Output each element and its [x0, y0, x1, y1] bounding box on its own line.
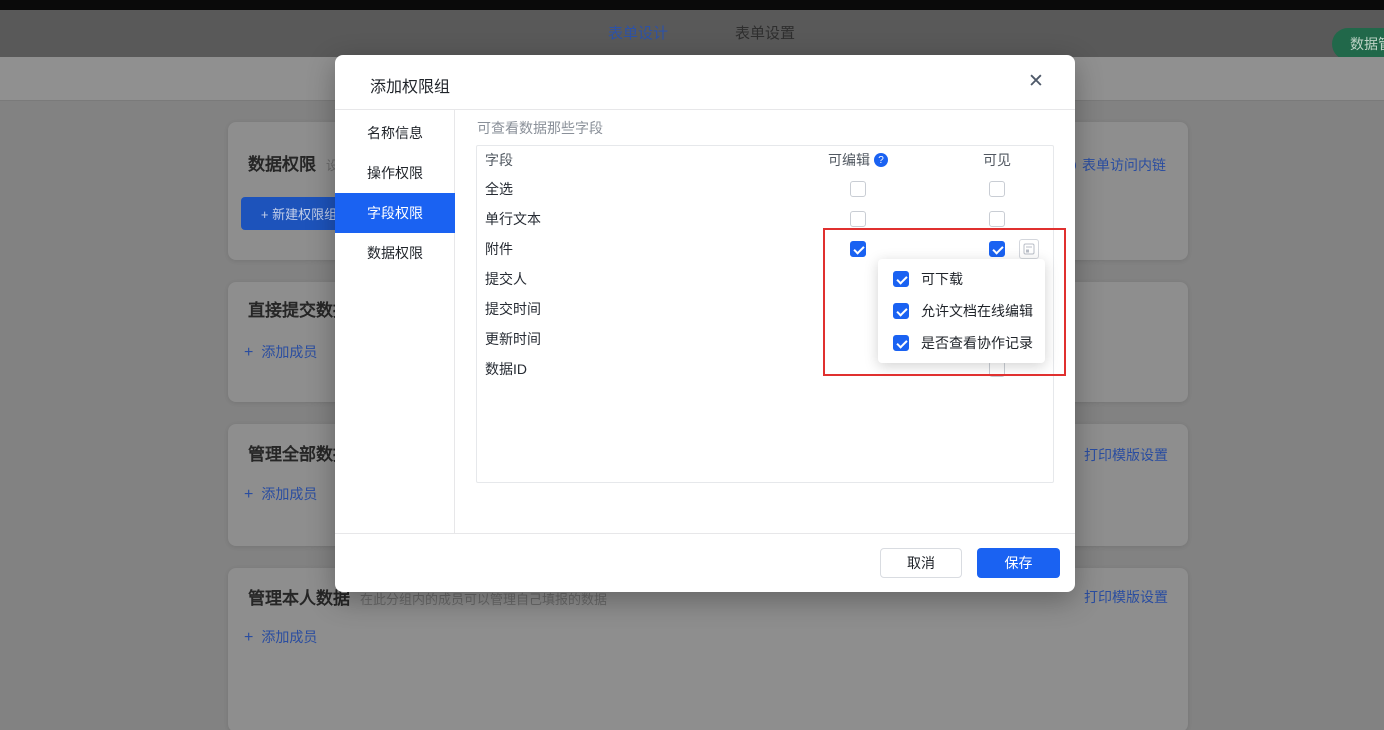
add-member-label: 添加成员	[261, 629, 317, 645]
attachment-settings-icon[interactable]	[1019, 239, 1039, 259]
top-black-strip	[0, 0, 1384, 10]
editable-checkbox[interactable]	[850, 241, 866, 257]
field-name: 更新时间	[485, 329, 541, 349]
cancel-button[interactable]: 取消	[880, 548, 962, 578]
attachment-options-popup: 可下载允许文档在线编辑是否查看协作记录	[878, 259, 1045, 363]
visible-checkbox[interactable]	[989, 241, 1005, 257]
form-access-link-label: 表单访问内链	[1082, 157, 1166, 173]
popup-option: 是否查看协作记录	[878, 327, 1045, 359]
column-visible: 可见	[983, 150, 1011, 170]
visible-checkbox[interactable]	[989, 181, 1005, 197]
tab-form-design[interactable]: 表单设计	[608, 10, 668, 57]
plus-icon: +	[244, 629, 253, 646]
dialog-tab-字段权限[interactable]: 字段权限	[335, 193, 455, 233]
visible-checkbox[interactable]	[989, 361, 1005, 377]
plus-icon: +	[244, 344, 253, 361]
visible-checkbox[interactable]	[989, 211, 1005, 227]
column-editable: 可编辑 ?	[828, 150, 888, 170]
add-member-label: 添加成员	[261, 486, 317, 502]
field-name: 单行文本	[485, 209, 541, 229]
dialog-tab-数据权限[interactable]: 数据权限	[335, 233, 455, 273]
table-header-row: 字段 可编辑 ? 可见	[477, 146, 1053, 174]
table-row: 全选	[477, 174, 1053, 204]
popup-option-checkbox[interactable]	[893, 335, 909, 351]
dialog-tab-操作权限[interactable]: 操作权限	[335, 153, 455, 193]
data-manage-button[interactable]: 数据管理	[1332, 28, 1384, 60]
field-name: 全选	[485, 179, 513, 199]
field-name: 提交人	[485, 269, 527, 289]
plus-icon: +	[244, 486, 253, 503]
popup-option-checkbox[interactable]	[893, 271, 909, 287]
section-title-text: 数据权限	[248, 155, 316, 174]
add-member-link[interactable]: + 添加成员	[244, 342, 317, 363]
dialog-header: 添加权限组 ✕	[335, 55, 1075, 110]
section-manage-own: 管理本人数据在此分组内的成员可以管理自己填报的数据 + 添加成员 打印模版设置	[228, 568, 1188, 730]
save-button[interactable]: 保存	[977, 548, 1060, 578]
print-template-link[interactable]: 打印模版设置	[1084, 445, 1168, 465]
dialog-sidebar: 名称信息操作权限字段权限数据权限	[335, 110, 455, 533]
top-navbar: 表单设计 表单设置 数据管理	[0, 10, 1384, 57]
popup-option-label: 是否查看协作记录	[921, 333, 1033, 353]
column-editable-label: 可编辑	[828, 150, 870, 170]
close-icon[interactable]: ✕	[1023, 69, 1049, 95]
table-row: 单行文本	[477, 204, 1053, 234]
help-icon[interactable]: ?	[874, 153, 888, 167]
popup-option-label: 可下载	[921, 269, 963, 289]
popup-option-label: 允许文档在线编辑	[921, 301, 1033, 321]
popup-option: 允许文档在线编辑	[878, 295, 1045, 327]
section-title-text: 管理本人数据	[248, 589, 350, 608]
popup-option-checkbox[interactable]	[893, 303, 909, 319]
field-name: 附件	[485, 239, 513, 259]
popup-option: 可下载	[878, 263, 1045, 295]
editable-checkbox[interactable]	[850, 211, 866, 227]
footer-divider	[335, 533, 1075, 534]
editable-checkbox[interactable]	[850, 181, 866, 197]
section-desc: 在此分组内的成员可以管理自己填报的数据	[360, 592, 607, 607]
field-section-label: 可查看数据那些字段	[477, 118, 603, 138]
column-field: 字段	[485, 150, 513, 170]
add-member-link[interactable]: + 添加成员	[244, 484, 317, 505]
tab-form-settings[interactable]: 表单设置	[735, 10, 795, 57]
field-name: 提交时间	[485, 299, 541, 319]
add-member-link[interactable]: + 添加成员	[244, 627, 317, 648]
form-access-link[interactable]: 表单访问内链	[1063, 155, 1166, 175]
add-member-label: 添加成员	[261, 344, 317, 360]
dialog-tab-名称信息[interactable]: 名称信息	[335, 113, 455, 153]
print-template-link[interactable]: 打印模版设置	[1084, 587, 1168, 607]
dialog-title: 添加权限组	[370, 73, 450, 97]
field-name: 数据ID	[485, 359, 527, 379]
